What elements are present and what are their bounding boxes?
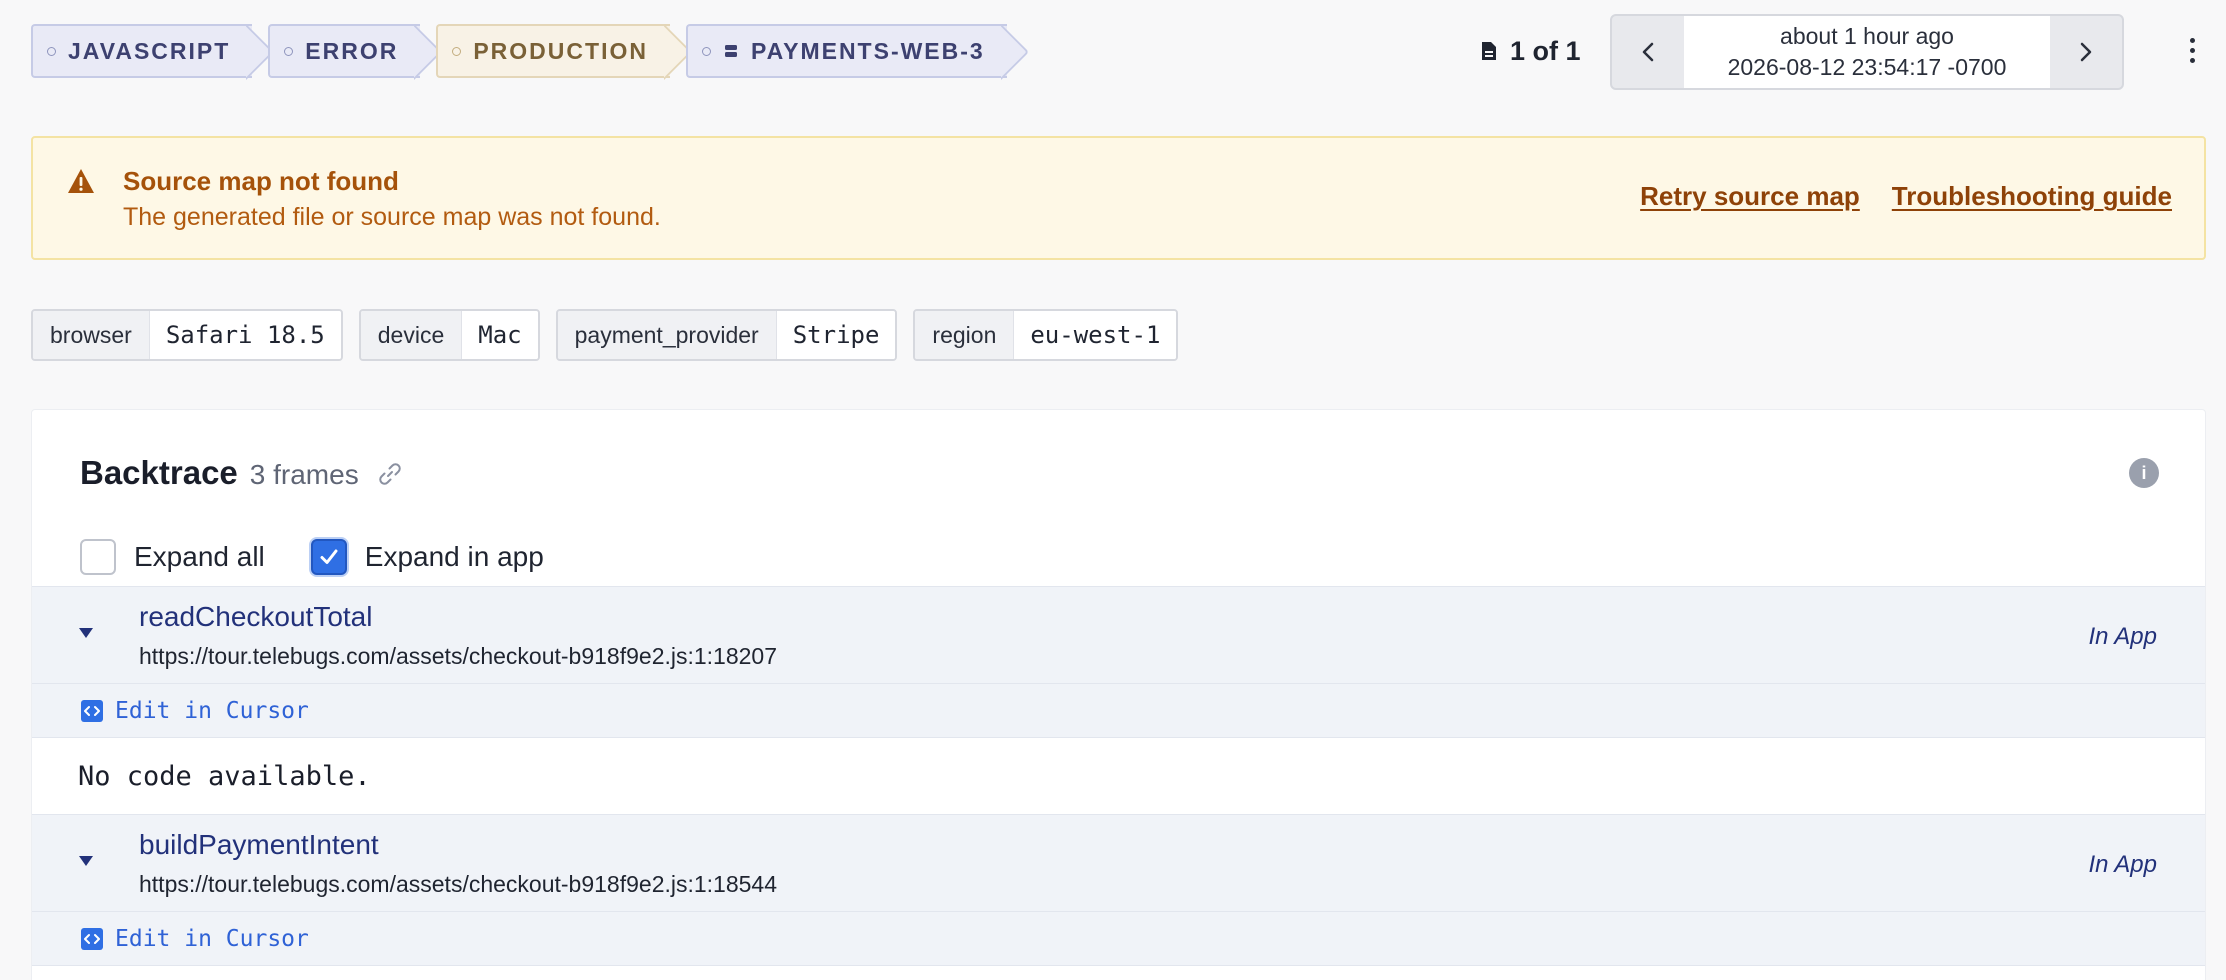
occurrence-counter: 1 of 1 — [1480, 24, 1581, 78]
absolute-timestamp: 2026-08-12 23:54:17 -0700 — [1727, 54, 2007, 80]
edit-in-cursor-link[interactable]: Edit in Cursor — [115, 926, 309, 952]
total-occurrences: of 1 — [1532, 35, 1581, 66]
tag-key: region — [915, 311, 1014, 359]
alert-actions: Retry source map Troubleshooting guide — [1640, 181, 2172, 212]
tag-browser[interactable]: browser Safari 18.5 — [31, 309, 343, 361]
checkbox-label: Expand in app — [364, 541, 544, 572]
breadcrumb-environment[interactable]: PRODUCTION — [436, 24, 670, 78]
code-icon — [81, 927, 103, 950]
breadcrumb-platform[interactable]: JAVASCRIPT — [31, 24, 253, 78]
event-header: JAVASCRIPT ERROR PRODUCTION PAYMENTS-WEB… — [31, 14, 2201, 90]
caret-down-icon[interactable] — [78, 855, 94, 867]
frame-function: readCheckoutTotal — [139, 601, 373, 632]
in-app-badge: In App — [2088, 851, 2158, 878]
in-app-badge: In App — [2088, 623, 2158, 650]
expand-options: Expand all Expand in app — [80, 538, 590, 576]
dot-icon — [284, 46, 294, 56]
server-icon — [724, 45, 737, 57]
previous-occurrence-button[interactable] — [1612, 16, 1684, 88]
document-icon — [1482, 42, 1496, 60]
link-icon[interactable] — [377, 461, 403, 487]
dot-icon — [701, 46, 711, 56]
checkbox-unchecked[interactable] — [80, 539, 116, 575]
frame-location: https://tour.telebugs.com/assets/checkou… — [139, 871, 778, 897]
tag-device[interactable]: device Mac — [358, 309, 540, 361]
source-map-alert: Source map not found The generated file … — [31, 136, 2206, 260]
breadcrumb-label: JAVASCRIPT — [68, 37, 231, 64]
troubleshooting-guide-link[interactable]: Troubleshooting guide — [1892, 181, 2172, 212]
code-snippet: No code available. — [32, 738, 2205, 814]
dot-icon — [47, 46, 56, 56]
tag-key: payment_provider — [557, 311, 776, 359]
tag-value: Mac — [461, 311, 538, 359]
alert-description: The generated file or source map was not… — [123, 203, 661, 231]
current-occurrence: 1 — [1510, 35, 1526, 66]
chevron-right-icon — [2080, 42, 2092, 62]
expand-all-checkbox[interactable]: Expand all — [80, 539, 265, 575]
breadcrumb-label: PAYMENTS-WEB-3 — [750, 37, 985, 64]
edit-in-cursor-link[interactable]: Edit in Cursor — [115, 698, 309, 724]
kebab-dot — [2189, 57, 2195, 63]
tag-value: Stripe — [775, 311, 896, 359]
breadcrumb-server[interactable]: PAYMENTS-WEB-3 — [685, 24, 1007, 78]
occurrence-time: about 1 hour ago 2026-08-12 23:54:17 -07… — [1684, 16, 2050, 88]
checkbox-checked[interactable] — [310, 539, 347, 575]
frame-actions: Edit in Cursor — [32, 684, 2205, 738]
retry-source-map-link[interactable]: Retry source map — [1640, 181, 1860, 212]
tag-region[interactable]: region eu-west-1 — [913, 309, 1179, 361]
backtrace-frame[interactable]: readCheckoutTotal https://tour.telebugs.… — [32, 586, 2205, 684]
backtrace-title: Backtrace — [80, 454, 238, 491]
checkmark-icon — [320, 549, 338, 564]
occurrence-pager: about 1 hour ago 2026-08-12 23:54:17 -07… — [1610, 14, 2124, 90]
expand-in-app-checkbox[interactable]: Expand in app — [310, 539, 544, 575]
kebab-dot — [2189, 47, 2195, 53]
frame-location: https://tour.telebugs.com/assets/checkou… — [139, 643, 778, 669]
code-icon — [81, 699, 103, 722]
backtrace-panel: Backtrace 3 frames i Expand all Expand i… — [31, 409, 2206, 980]
chevron-left-icon — [1642, 42, 1654, 62]
tag-key: device — [360, 311, 462, 359]
tag-key: browser — [33, 311, 149, 359]
breadcrumb-label: PRODUCTION — [473, 37, 648, 64]
caret-down-icon[interactable] — [78, 627, 94, 639]
breadcrumb-level[interactable]: ERROR — [268, 24, 421, 78]
checkbox-label: Expand all — [134, 541, 265, 572]
breadcrumb-label: ERROR — [305, 37, 399, 64]
frame-count: 3 frames — [249, 459, 359, 490]
backtrace-header: Backtrace 3 frames — [80, 454, 403, 494]
tag-payment-provider[interactable]: payment_provider Stripe — [555, 309, 898, 361]
frame-function: buildPaymentIntent — [139, 829, 379, 860]
kebab-dot — [2189, 37, 2195, 43]
breadcrumb: JAVASCRIPT ERROR PRODUCTION PAYMENTS-WEB… — [31, 24, 1007, 78]
dot-icon — [452, 46, 462, 56]
next-occurrence-button[interactable] — [2050, 16, 2122, 88]
backtrace-frame[interactable]: buildPaymentIntent https://tour.telebugs… — [32, 814, 2205, 912]
info-icon[interactable]: i — [2129, 458, 2159, 488]
more-options-button[interactable] — [2178, 30, 2206, 70]
relative-time: about 1 hour ago — [1780, 23, 1954, 49]
frame-actions: Edit in Cursor — [32, 912, 2205, 966]
alert-title: Source map not found — [123, 166, 399, 196]
tag-value: eu-west-1 — [1013, 311, 1177, 359]
event-tags: browser Safari 18.5 device Mac payment_p… — [31, 309, 1179, 361]
warning-icon — [68, 169, 94, 193]
tag-value: Safari 18.5 — [148, 311, 341, 359]
